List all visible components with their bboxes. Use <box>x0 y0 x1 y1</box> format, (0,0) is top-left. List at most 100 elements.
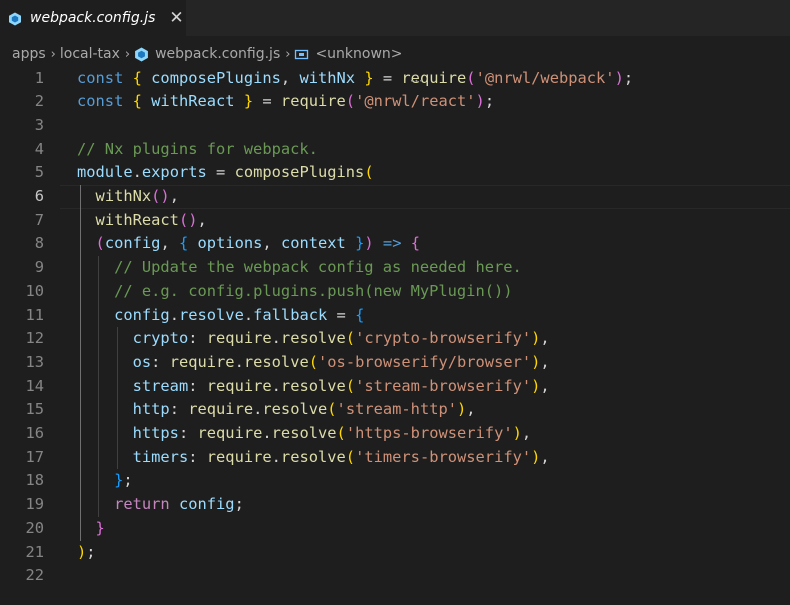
code-token: , <box>169 187 179 205</box>
code-line[interactable]: 10 // e.g. config.plugins.push(new MyPlu… <box>0 280 790 304</box>
code-text: return config; <box>77 493 244 517</box>
code-token: () <box>178 210 198 229</box>
code-token: ) <box>475 92 485 111</box>
code-text: }; <box>77 469 133 493</box>
code-line[interactable]: 5 module.exports = composePlugins( <box>0 161 790 185</box>
code-line[interactable]: 18 }; <box>0 469 790 493</box>
code-line[interactable]: 8 (config, { options, context }) => { <box>0 232 790 256</box>
code-token: const <box>77 92 133 111</box>
code-token: 'https-browserify' <box>345 424 513 442</box>
line-number: 17 <box>25 447 44 466</box>
code-text: withReact(), <box>77 209 207 233</box>
code-text: (config, { options, context }) => { <box>77 232 420 256</box>
code-token: ) <box>364 234 374 253</box>
code-token: ( <box>345 376 356 395</box>
code-token: require <box>206 329 272 348</box>
close-icon[interactable]: ✕ <box>169 9 183 27</box>
tab-webpack-config[interactable]: webpack.config.js ✕ <box>0 0 186 36</box>
line-number: 9 <box>34 258 44 277</box>
code-token: , <box>197 210 207 229</box>
code-token: } <box>355 68 374 87</box>
code-text: stream: require.resolve('stream-browseri… <box>77 375 550 399</box>
code-token: ; <box>623 68 634 87</box>
line-number: 18 <box>25 471 44 490</box>
code-line[interactable]: 13 os: require.resolve('os-browserify/br… <box>0 351 790 375</box>
code-token: . <box>262 424 272 442</box>
line-number: 19 <box>25 495 44 514</box>
code-token: http <box>132 400 170 419</box>
suggestion-hint-icon[interactable]: ••• <box>410 78 424 85</box>
code-token: withReact <box>95 210 179 229</box>
code-line[interactable]: 14 stream: require.resolve('stream-brows… <box>0 375 790 399</box>
code-token: : <box>188 447 207 466</box>
code-line[interactable]: 20 } <box>0 517 790 541</box>
code-line[interactable]: 21); <box>0 541 790 565</box>
code-line[interactable]: 19 return config; <box>0 493 790 517</box>
breadcrumb-item-apps[interactable]: apps <box>12 46 46 62</box>
code-token: composePlugins <box>234 163 365 182</box>
code-token: . <box>132 163 142 182</box>
code-token: : <box>188 329 207 348</box>
code-line[interactable]: 1 const { composePlugins, withNx } = requ… <box>0 67 790 91</box>
code-token: resolve <box>280 376 346 395</box>
code-text: http: require.resolve('stream-http'), <box>77 398 476 422</box>
code-token: , <box>540 376 550 395</box>
code-token: { <box>132 92 152 111</box>
line-number: 13 <box>25 352 44 371</box>
code-token: timers <box>132 447 189 466</box>
code-editor[interactable]: 1 const { composePlugins, withNx } = requ… <box>0 66 790 605</box>
code-token: , <box>262 234 281 253</box>
code-line[interactable]: 16 https: require.resolve('https-browser… <box>0 422 790 446</box>
code-line[interactable]: 6 withNx(), <box>0 185 790 209</box>
breadcrumb-item-local-tax[interactable]: local-tax <box>60 46 120 62</box>
editor-tab-bar: webpack.config.js ✕ <box>0 0 790 36</box>
line-number: 22 <box>25 566 44 585</box>
line-number: 7 <box>34 210 44 229</box>
code-token: ( <box>336 424 346 442</box>
code-token: . <box>271 447 281 466</box>
code-token: , <box>521 424 532 442</box>
code-token: options <box>197 234 263 253</box>
code-line[interactable]: 15 http: require.resolve('stream-http'), <box>0 398 790 422</box>
code-token: 'timers-browserify' <box>355 447 532 466</box>
code-token: resolve <box>271 424 337 442</box>
webpack-cube-icon <box>134 47 149 62</box>
code-line[interactable]: 17 timers: require.resolve('timers-brows… <box>0 446 790 470</box>
code-line[interactable]: 7 withReact(), <box>0 209 790 233</box>
breadcrumb-item-file[interactable]: webpack.config.js <box>155 46 280 62</box>
code-token: , <box>466 400 476 419</box>
code-line[interactable]: 9 // Update the webpack config as needed… <box>0 256 790 280</box>
code-token: ) <box>457 400 467 419</box>
code-token: = <box>253 92 281 111</box>
code-token: context <box>280 234 346 253</box>
line-number: 14 <box>25 376 44 395</box>
code-text: const { withReact } = require('@nrwl/rea… <box>77 90 494 114</box>
code-line[interactable]: 2 const { withReact } = require('@nrwl/re… <box>0 90 790 114</box>
code-line[interactable]: 22 <box>0 564 790 588</box>
breadcrumb-item-symbol[interactable]: <unknown> <box>315 46 402 62</box>
code-token: const <box>77 68 133 87</box>
line-number: 2 <box>34 92 44 111</box>
code-line[interactable]: 3 <box>0 114 790 138</box>
code-line[interactable]: 4 // Nx plugins for webpack. <box>0 138 790 162</box>
line-number: 21 <box>25 542 44 561</box>
code-token: withNx <box>299 68 356 87</box>
code-line[interactable]: 11 config.resolve.fallback = { <box>0 304 790 328</box>
code-token: ( <box>345 329 356 348</box>
code-token: composePlugins <box>151 68 281 87</box>
code-token: // Update the webpack config as needed h… <box>114 258 522 277</box>
line-number: 5 <box>34 163 44 182</box>
code-token: { <box>410 234 421 253</box>
code-token: 'crypto-browserify' <box>355 329 532 348</box>
code-line[interactable]: 12 crypto: require.resolve('crypto-brows… <box>0 327 790 351</box>
code-token: ; <box>123 471 133 490</box>
code-token: exports <box>141 163 207 182</box>
code-token: config <box>178 495 235 514</box>
